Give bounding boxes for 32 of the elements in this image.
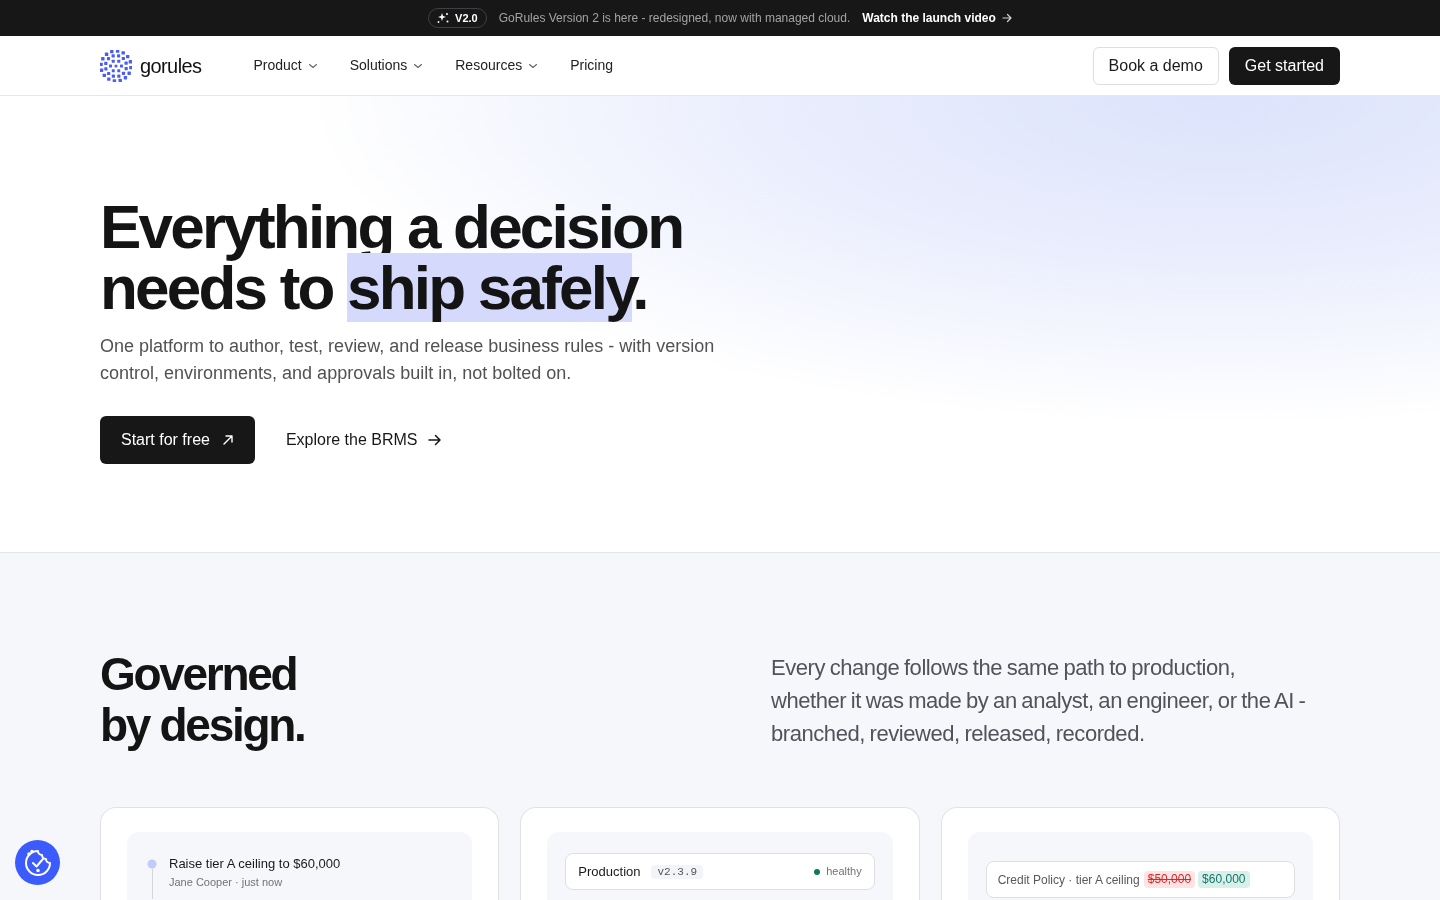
explore-link[interactable]: Explore the BRMS: [285, 428, 442, 452]
policy-label: Credit Policy · tier A ceiling: [997, 871, 1140, 889]
timeline-dot-icon: [147, 859, 157, 869]
sparkle-icon: [437, 12, 450, 24]
new-value: $60,000: [1198, 871, 1250, 888]
announcement-text: GoRules Version 2 is here - redesigned, now with managed cloud.: [498, 10, 851, 27]
section-heading: Governed by design.: [100, 649, 306, 751]
logo[interactable]: gorules: [100, 49, 202, 82]
version-tag: v2.3.9: [651, 864, 704, 879]
logo-icon: [100, 49, 132, 82]
book-demo-button[interactable]: Book a demo: [1092, 46, 1219, 85]
launch-video-link[interactable]: Watch the launch video: [862, 9, 1012, 27]
arrow-right-icon: [427, 433, 442, 447]
change-title: Raise tier A ceiling to $60,000: [169, 855, 341, 873]
status-text: healthy: [826, 864, 862, 880]
section-description: Every change follows the same path to production, whether it was made by an analyst, an engineer, or the AI - branched, reviewed, released, recorded.: [771, 654, 1307, 748]
hero-heading: Everything a decision needs to ship safely.: [100, 191, 684, 323]
timeline-line: [151, 869, 153, 899]
hero-description: One platform to author, test, review, and release business rules - with version control, environments, and approvals built in, not bolted on.: [100, 335, 716, 385]
nav-link[interactable]: Pricing: [570, 55, 613, 76]
environment-name: Production: [578, 862, 641, 881]
nav-link[interactable]: Product: [253, 55, 318, 76]
nav-link[interactable]: Solutions: [349, 55, 424, 76]
nav-link[interactable]: Resources: [455, 55, 539, 76]
change-meta: Jane Cooper · just now: [169, 875, 284, 890]
status-dot-icon: [814, 868, 821, 875]
arrow-up-right-icon: [221, 434, 234, 446]
old-value: $50,000: [1143, 871, 1196, 888]
start-free-button[interactable]: Start for free: [100, 416, 255, 464]
get-started-button[interactable]: Get started: [1228, 46, 1340, 85]
cookie-icon: [23, 848, 52, 877]
arrow-right-icon: [1001, 13, 1012, 23]
